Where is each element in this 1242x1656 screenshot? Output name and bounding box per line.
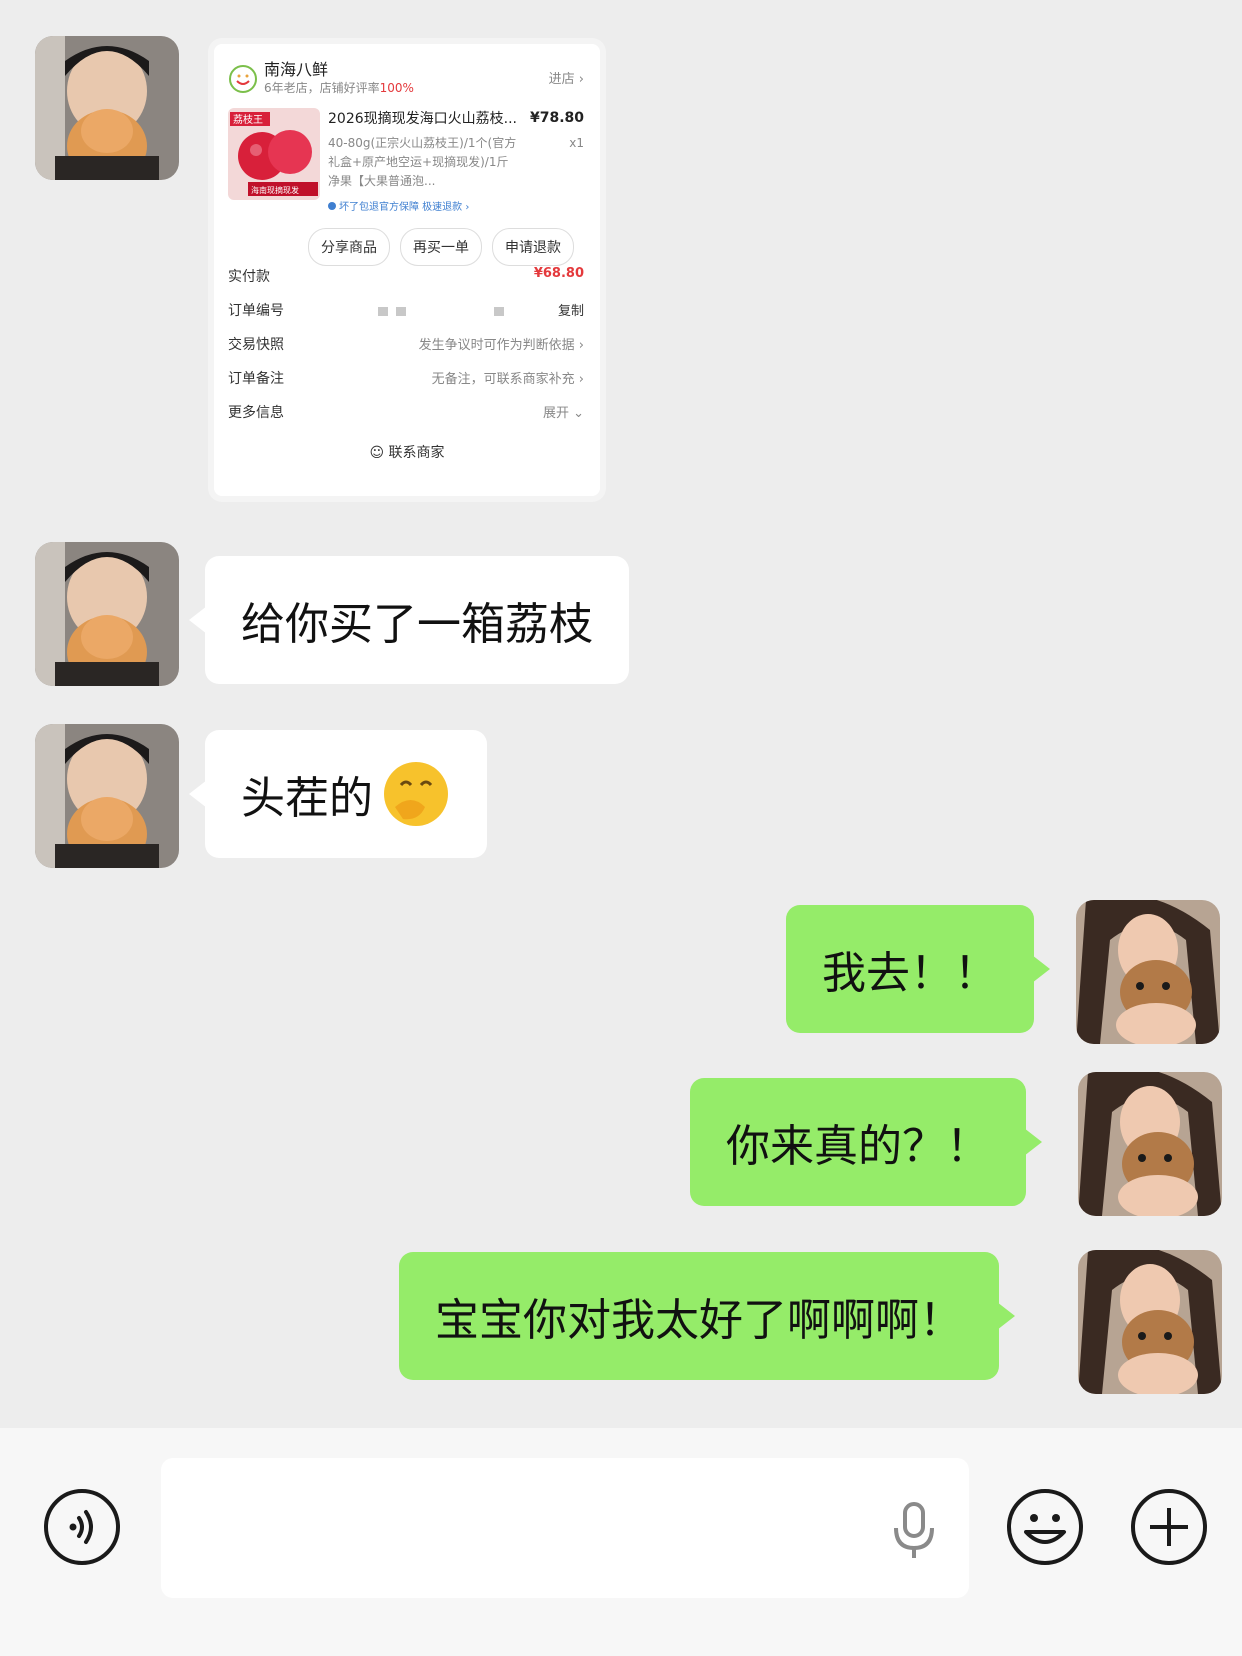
contact-avatar[interactable]: [35, 542, 179, 686]
chat-icon: ☺: [369, 445, 389, 461]
product-image-label: 荔枝王: [233, 113, 263, 126]
order-number-redacted: [378, 307, 504, 316]
product-image-banner: 海南现摘现发: [251, 185, 299, 195]
paid-row: 实付款 ¥68.80: [228, 266, 584, 290]
message-text: 头茬的: [241, 773, 373, 824]
product-quantity: x1: [569, 136, 584, 150]
remark-row[interactable]: 订单备注 无备注，可联系商家补充 ›: [228, 368, 584, 392]
order-card[interactable]: 南海八鲜 6年老店，店铺好评率100% 进店 › 荔枝王 海南现摘现发 2026…: [214, 44, 600, 496]
message-bubble-incoming[interactable]: 给你买了一箱荔枝: [205, 556, 629, 684]
message-text: 宝宝你对我太好了啊啊啊！: [435, 1295, 963, 1346]
contact-avatar[interactable]: [35, 36, 179, 180]
user-avatar[interactable]: [1076, 900, 1220, 1044]
product-image[interactable]: 荔枝王 海南现摘现发: [228, 108, 320, 200]
message-input[interactable]: [161, 1458, 969, 1598]
contact-avatar[interactable]: [35, 724, 179, 868]
shop-rate: 100%: [379, 81, 414, 95]
request-refund-button[interactable]: 申请退款: [492, 228, 574, 266]
user-avatar[interactable]: [1078, 1250, 1222, 1394]
voice-icon[interactable]: [43, 1488, 121, 1566]
more-info-row[interactable]: 更多信息 展开 ⌄: [228, 402, 584, 426]
user-avatar[interactable]: [1078, 1072, 1222, 1216]
product-spec: 40-80g(正宗火山荔枝王)/1个(官方礼盒+原产地空运+现摘现发)/1斤净果…: [328, 136, 517, 188]
shop-rating: 6年老店，店铺好评率100%: [264, 79, 414, 96]
contact-seller-button[interactable]: ☺ 联系商家: [214, 442, 600, 462]
plus-icon[interactable]: [1130, 1488, 1208, 1566]
shop-logo-icon: [229, 65, 257, 93]
share-product-button[interactable]: 分享商品: [308, 228, 390, 266]
paid-label: 实付款: [228, 269, 270, 285]
message-text: 你来真的？！: [726, 1121, 990, 1172]
paid-value: ¥68.80: [533, 266, 584, 281]
expand-toggle[interactable]: 展开 ⌄: [543, 402, 584, 421]
more-info-label: 更多信息: [228, 405, 284, 421]
snapshot-label: 交易快照: [228, 337, 284, 353]
order-number-row: 订单编号 复制: [228, 300, 584, 324]
message-text: 我去！！: [822, 948, 998, 999]
microphone-icon[interactable]: [891, 1502, 937, 1560]
order-actions: 分享商品 再买一单 申请退款: [308, 228, 574, 266]
avatar-image: [1078, 1072, 1222, 1216]
message-bubble-incoming[interactable]: 头茬的: [205, 730, 487, 858]
hand-over-mouth-emoji-icon: [384, 762, 448, 826]
remark-value: 无备注，可联系商家补充 ›: [431, 372, 584, 387]
snapshot-row[interactable]: 交易快照 发生争议时可作为判断依据 ›: [228, 334, 584, 358]
contact-seller-label: 联系商家: [388, 445, 445, 461]
shop-years: 6年老店，店铺好评率: [264, 81, 380, 95]
shop-name[interactable]: 南海八鲜: [264, 56, 328, 80]
message-text: 给你买了一箱荔枝: [241, 599, 593, 650]
message-bubble-outgoing[interactable]: 我去！！: [786, 905, 1034, 1033]
shield-icon: [328, 202, 336, 210]
avatar-image: [35, 542, 179, 686]
enter-shop-link[interactable]: 进店 ›: [549, 68, 584, 87]
product-price: ¥78.80: [529, 110, 584, 126]
avatar-image: [35, 724, 179, 868]
order-number-label: 订单编号: [228, 303, 284, 319]
product-title[interactable]: 2026现摘现发海口火山荔枝...: [328, 108, 533, 128]
snapshot-value: 发生争议时可作为判断依据 ›: [418, 338, 584, 353]
guarantee-text: 坏了包退官方保障 极速退款 ›: [339, 202, 470, 213]
chat-input-bar: [0, 1428, 1242, 1656]
guarantee-badge[interactable]: 坏了包退官方保障 极速退款 ›: [328, 198, 469, 213]
emoji-icon[interactable]: [1006, 1488, 1084, 1566]
message-bubble-outgoing[interactable]: 你来真的？！: [690, 1078, 1026, 1206]
remark-label: 订单备注: [228, 371, 284, 387]
message-bubble-outgoing[interactable]: 宝宝你对我太好了啊啊啊！: [399, 1252, 999, 1380]
avatar-image: [1076, 900, 1220, 1044]
avatar-image: [1078, 1250, 1222, 1394]
copy-button[interactable]: 复制: [558, 300, 584, 319]
buy-again-button[interactable]: 再买一单: [400, 228, 482, 266]
avatar-image: [35, 36, 179, 180]
